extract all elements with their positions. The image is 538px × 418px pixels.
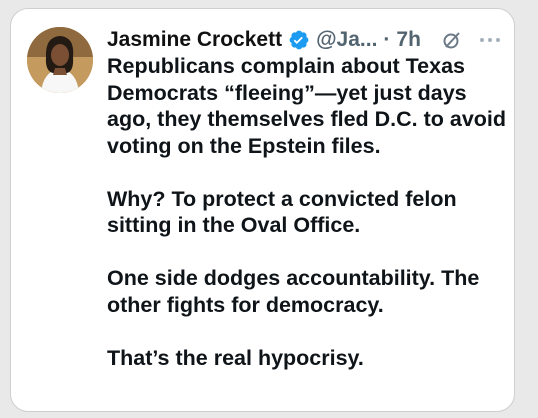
verified-badge-icon <box>288 29 310 51</box>
tweet-header: Jasmine Crockett @Ja... · 7h <box>107 27 503 53</box>
tweet-text: Republicans complain about Texas Democra… <box>107 53 507 371</box>
tweet-paragraph: One side dodges accountability. The othe… <box>107 266 480 317</box>
avatar-photo <box>27 27 93 93</box>
author-handle[interactable]: @Ja... <box>316 27 377 53</box>
more-options-icon[interactable] <box>477 29 503 51</box>
dot-separator: · <box>383 28 391 51</box>
tweet-card[interactable]: Jasmine Crockett @Ja... · 7h Republicans… <box>10 8 515 412</box>
tweet-paragraph: Why? To protect a convicted felon sittin… <box>107 186 457 238</box>
tweet-paragraph: Republicans complain about Texas Democra… <box>107 54 507 158</box>
grok-icon[interactable] <box>441 29 463 51</box>
tweet-paragraph: That’s the real hypocrisy. <box>107 345 364 370</box>
author-name[interactable]: Jasmine Crockett <box>107 27 282 53</box>
avatar[interactable] <box>27 27 93 93</box>
timestamp[interactable]: 7h <box>396 27 421 53</box>
